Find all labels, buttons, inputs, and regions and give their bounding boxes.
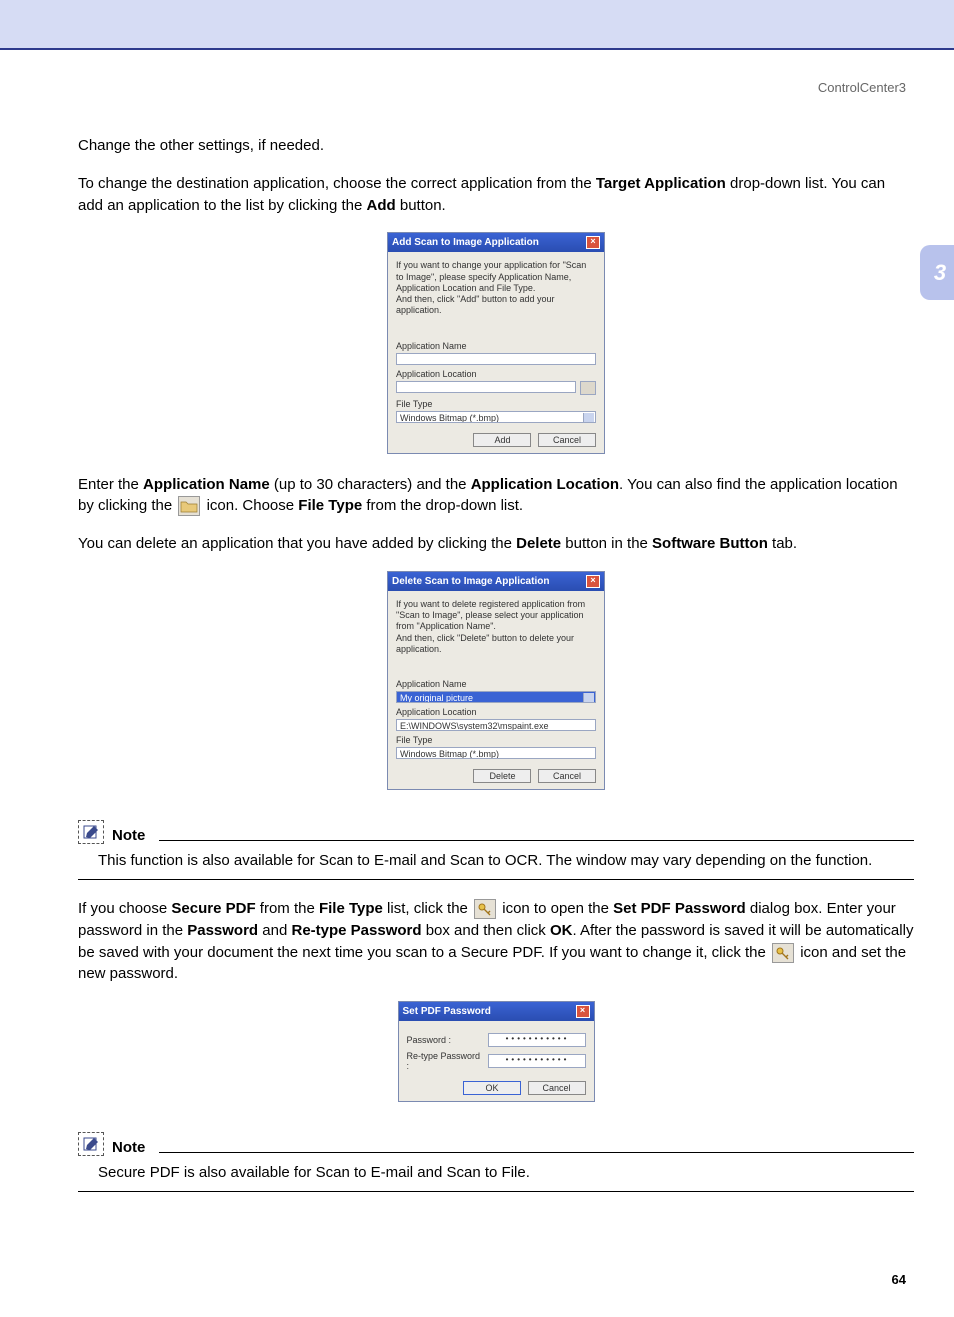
label-file-type: File Type	[396, 735, 596, 745]
add-button[interactable]: Add	[473, 433, 531, 447]
note-title: Note	[112, 827, 145, 844]
select-application-name[interactable]: My original picture	[396, 691, 596, 703]
input-application-location[interactable]	[396, 381, 576, 393]
cancel-button[interactable]: Cancel	[528, 1081, 586, 1095]
delete-button[interactable]: Delete	[473, 769, 531, 783]
dialog-del-intro: If you want to delete registered applica…	[396, 599, 596, 655]
note-rule	[159, 1152, 914, 1153]
note-icon	[78, 820, 104, 844]
close-icon[interactable]: ×	[586, 236, 600, 249]
note-body: This function is also available for Scan…	[78, 844, 914, 879]
dialog-add-scan-to-image: Add Scan to Image Application × If you w…	[387, 232, 605, 453]
note-icon	[78, 1132, 104, 1156]
paragraph-change-settings: Change the other settings, if needed.	[78, 135, 914, 157]
dialog-add-title: Add Scan to Image Application	[392, 237, 539, 248]
label-password: Password :	[407, 1035, 482, 1045]
note-rule	[159, 840, 914, 841]
label-application-location: Application Location	[396, 707, 596, 717]
input-retype-password[interactable]: •••••••••••	[488, 1054, 586, 1068]
key-icon	[772, 943, 794, 963]
top-band	[0, 0, 954, 48]
cancel-button[interactable]: Cancel	[538, 769, 596, 783]
paragraph-secure-pdf: If you choose Secure PDF from the File T…	[78, 898, 914, 985]
chapter-tab: 3	[920, 245, 954, 300]
label-file-type: File Type	[396, 399, 596, 409]
browse-button[interactable]	[580, 381, 596, 395]
label-application-location: Application Location	[396, 369, 596, 379]
input-password[interactable]: •••••••••••	[488, 1033, 586, 1047]
header-label: ControlCenter3	[78, 80, 914, 95]
dialog-set-pdf-password: Set PDF Password × Password : ••••••••••…	[398, 1001, 595, 1102]
input-application-name[interactable]	[396, 353, 596, 365]
label-application-name: Application Name	[396, 341, 596, 351]
paragraph-enter-app-name: Enter the Application Name (up to 30 cha…	[78, 474, 914, 518]
note-block: Note This function is also available for…	[78, 820, 914, 880]
dialog-add-intro: If you want to change your application f…	[396, 260, 596, 316]
page-number: 64	[78, 1272, 914, 1287]
paragraph-delete-app: You can delete an application that you h…	[78, 533, 914, 555]
ok-button[interactable]: OK	[463, 1081, 521, 1095]
note-title: Note	[112, 1139, 145, 1156]
close-icon[interactable]: ×	[576, 1005, 590, 1018]
note-body: Secure PDF is also available for Scan to…	[78, 1156, 914, 1191]
close-icon[interactable]: ×	[586, 575, 600, 588]
value-file-type: Windows Bitmap (*.bmp)	[396, 747, 596, 759]
dialog-del-title: Delete Scan to Image Application	[392, 576, 549, 587]
dialog-pdf-title: Set PDF Password	[403, 1006, 491, 1017]
input-application-location: E:\WINDOWS\system32\mspaint.exe	[396, 719, 596, 731]
select-file-type[interactable]: Windows Bitmap (*.bmp)	[396, 411, 596, 423]
label-application-name: Application Name	[396, 679, 596, 689]
folder-icon	[178, 496, 200, 516]
dialog-delete-scan-to-image: Delete Scan to Image Application × If yo…	[387, 571, 605, 790]
cancel-button[interactable]: Cancel	[538, 433, 596, 447]
paragraph-target-application: To change the destination application, c…	[78, 173, 914, 217]
key-icon	[474, 899, 496, 919]
note-block: Note Secure PDF is also available for Sc…	[78, 1132, 914, 1192]
label-retype-password: Re-type Password :	[407, 1051, 482, 1071]
